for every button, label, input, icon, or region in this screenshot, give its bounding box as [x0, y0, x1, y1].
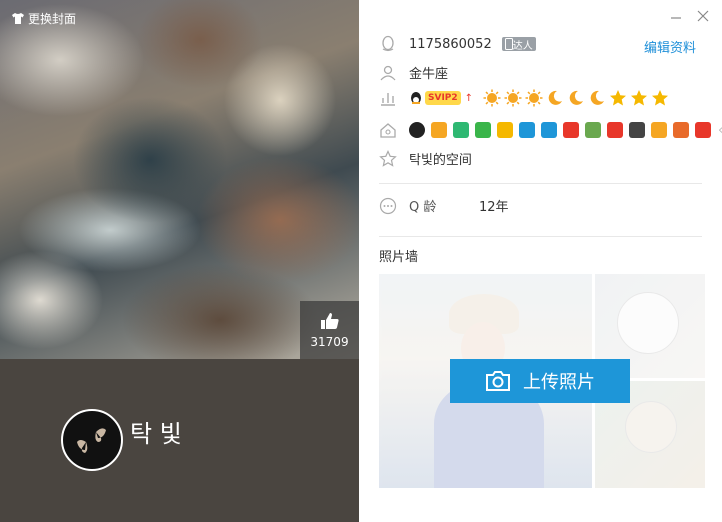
- house-icon: [380, 123, 396, 138]
- minimize-button[interactable]: [669, 10, 683, 24]
- badge-7[interactable]: [563, 122, 579, 138]
- thumbs-up-icon: [320, 313, 339, 329]
- close-icon: [697, 10, 709, 22]
- services-row: ‹ ›: [379, 121, 722, 139]
- svip-badge[interactable]: SVIP2: [425, 91, 461, 105]
- upload-photo-label: 上传照片: [523, 372, 595, 393]
- camera-icon: [486, 371, 510, 391]
- space-name-link[interactable]: 탁빛的空间: [409, 149, 472, 168]
- edit-profile-link[interactable]: 编辑资料: [644, 37, 696, 56]
- badge-5[interactable]: [519, 122, 535, 138]
- person-icon: [380, 65, 396, 80]
- butterfly-icon: [77, 428, 106, 453]
- qq-number: 1175860052: [409, 36, 492, 52]
- left-panel: 更换封面 31709 탁 빛: [0, 0, 359, 522]
- up-arrow-icon: ↑: [464, 92, 474, 104]
- photo-wall-title: 照片墙: [379, 246, 418, 265]
- cover-image: 更换封面 31709: [0, 0, 359, 359]
- moon-icon: [590, 90, 605, 105]
- nickname: 탁 빛: [130, 420, 182, 448]
- zodiac-row: 金牛座: [379, 63, 448, 82]
- avatar[interactable]: [61, 409, 123, 471]
- change-cover-button[interactable]: 更换封面: [12, 10, 76, 27]
- like-button[interactable]: 31709: [300, 301, 359, 359]
- moon-icon: [569, 90, 584, 105]
- badge-9[interactable]: [607, 122, 623, 138]
- badge-8[interactable]: [585, 122, 601, 138]
- upload-photo-button[interactable]: 上传照片: [450, 359, 630, 403]
- q-age-row: Q 龄 12年: [379, 196, 509, 215]
- divider: [379, 183, 702, 184]
- close-button[interactable]: [696, 10, 710, 24]
- daren-badge[interactable]: 达人: [501, 37, 536, 52]
- badge-10[interactable]: [629, 122, 645, 138]
- service-badges[interactable]: [409, 122, 714, 138]
- star-icon: [652, 90, 669, 106]
- more-dots-icon: [379, 197, 397, 214]
- badge-12[interactable]: [673, 122, 689, 138]
- badge-1[interactable]: [431, 122, 447, 138]
- penguin-outline-icon: [382, 35, 394, 52]
- badge-13[interactable]: [695, 122, 711, 138]
- shirt-icon: [12, 13, 24, 24]
- phone-icon: [504, 38, 513, 50]
- badge-2[interactable]: [453, 122, 469, 138]
- badge-4[interactable]: [497, 122, 513, 138]
- badge-6[interactable]: [541, 122, 557, 138]
- level-icons[interactable]: [483, 89, 669, 107]
- level-row: SVIP2 ↑: [379, 89, 669, 107]
- star-icon: [631, 90, 648, 106]
- space-row: 탁빛的空间: [379, 149, 472, 168]
- star-icon: [610, 90, 627, 106]
- change-cover-label: 更换封面: [28, 12, 77, 26]
- q-age-value: 12年: [479, 200, 509, 215]
- qq-penguin-icon[interactable]: [409, 122, 425, 138]
- qq-penguin-icon: [411, 92, 421, 104]
- badge-3[interactable]: [475, 122, 491, 138]
- divider: [379, 236, 702, 237]
- photo-wall-title-text: 照片墙: [379, 250, 419, 265]
- daren-label: 达人: [512, 40, 533, 52]
- right-panel: 1175860052 达人 编辑资料 金牛座 SVIP2 ↑ ‹: [359, 0, 722, 522]
- badge-11[interactable]: [651, 122, 667, 138]
- zodiac-text: 金牛座: [409, 67, 449, 82]
- minimize-icon: [671, 17, 681, 19]
- q-age-label: Q 龄: [409, 200, 437, 215]
- moon-icon: [548, 90, 563, 105]
- level-chart-icon: [381, 93, 395, 106]
- sun-icon: [525, 89, 543, 107]
- star-outline-icon: [379, 149, 397, 167]
- sun-icon: [504, 89, 522, 107]
- sun-icon: [483, 89, 501, 107]
- like-count: 31709: [310, 335, 349, 349]
- qq-number-row: 1175860052 达人: [379, 35, 536, 53]
- photo-wall: 上传照片: [379, 274, 705, 488]
- prev-arrow-button[interactable]: ‹: [718, 123, 722, 138]
